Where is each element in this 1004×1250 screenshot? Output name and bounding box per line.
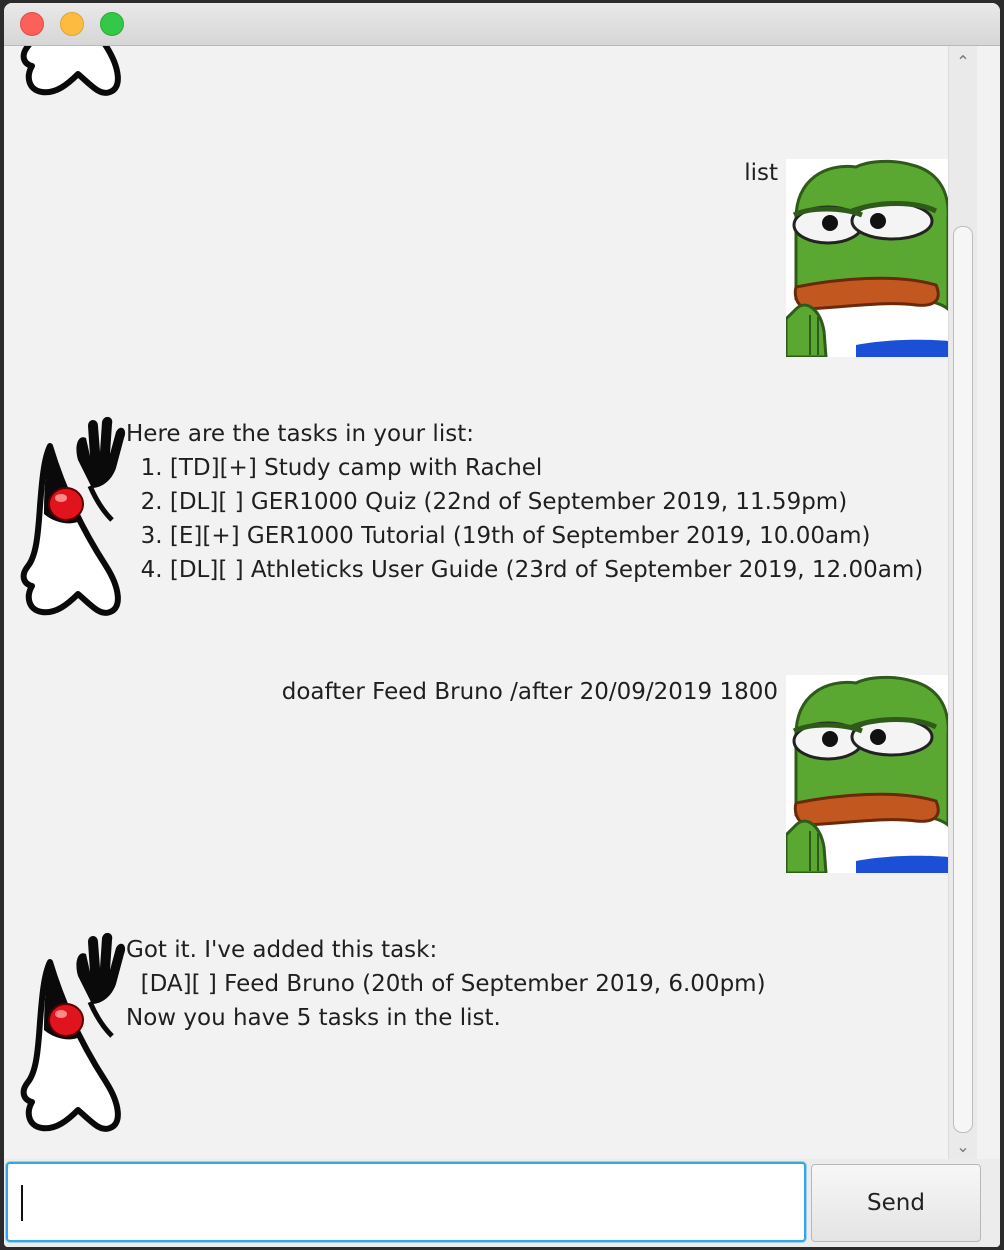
- dialog-container: list Here are the tasks in your list: 1.…: [4, 46, 948, 1159]
- duke-message-line: 2. [DL][ ] GER1000 Quiz (22nd of Septemb…: [126, 489, 848, 515]
- command-input[interactable]: [6, 1162, 806, 1242]
- duke-mascot-icon: [16, 416, 126, 616]
- app-window: list Here are the tasks in your list: 1.…: [4, 3, 1000, 1247]
- duke-message-line: Here are the tasks in your list:: [126, 421, 474, 447]
- duke-message: Got it. I've added this task: [DA][ ] Fe…: [126, 933, 948, 1035]
- duke-message: Here are the tasks in your list: 1. [TD]…: [126, 417, 948, 587]
- duke-mascot-icon: [16, 932, 126, 1132]
- close-window-button[interactable]: [20, 12, 44, 36]
- frog-avatar-icon: [786, 159, 948, 357]
- duke-message-line: Got it. I've added this task:: [126, 937, 438, 963]
- minimize-window-button[interactable]: [60, 12, 84, 36]
- chevron-down-icon[interactable]: ⌄: [949, 1133, 977, 1159]
- duke-message-line: 1. [TD][+] Study camp with Rachel: [126, 455, 543, 481]
- frog-avatar-icon: [786, 675, 948, 873]
- title-bar: [4, 3, 1000, 46]
- send-button[interactable]: Send: [811, 1164, 981, 1242]
- duke-message-line: Now you have 5 tasks in the list.: [126, 1005, 501, 1031]
- user-message-text: list: [744, 160, 778, 186]
- duke-message-line: 3. [E][+] GER1000 Tutorial (19th of Sept…: [126, 523, 871, 549]
- duke-message-line: 4. [DL][ ] Athleticks User Guide (23rd o…: [126, 557, 924, 583]
- vertical-scrollbar[interactable]: ⌃ ⌄: [948, 46, 977, 1159]
- duke-mascot-icon: [16, 46, 126, 96]
- maximize-window-button[interactable]: [100, 12, 124, 36]
- input-bar: Send: [4, 1159, 1000, 1247]
- user-message-text: doafter Feed Bruno /after 20/09/2019 180…: [281, 679, 778, 705]
- duke-message-line: [DA][ ] Feed Bruno (20th of September 20…: [126, 971, 766, 997]
- scrollbar-thumb[interactable]: [953, 226, 973, 1133]
- chevron-up-icon[interactable]: ⌃: [949, 48, 977, 74]
- text-caret: [21, 1185, 23, 1221]
